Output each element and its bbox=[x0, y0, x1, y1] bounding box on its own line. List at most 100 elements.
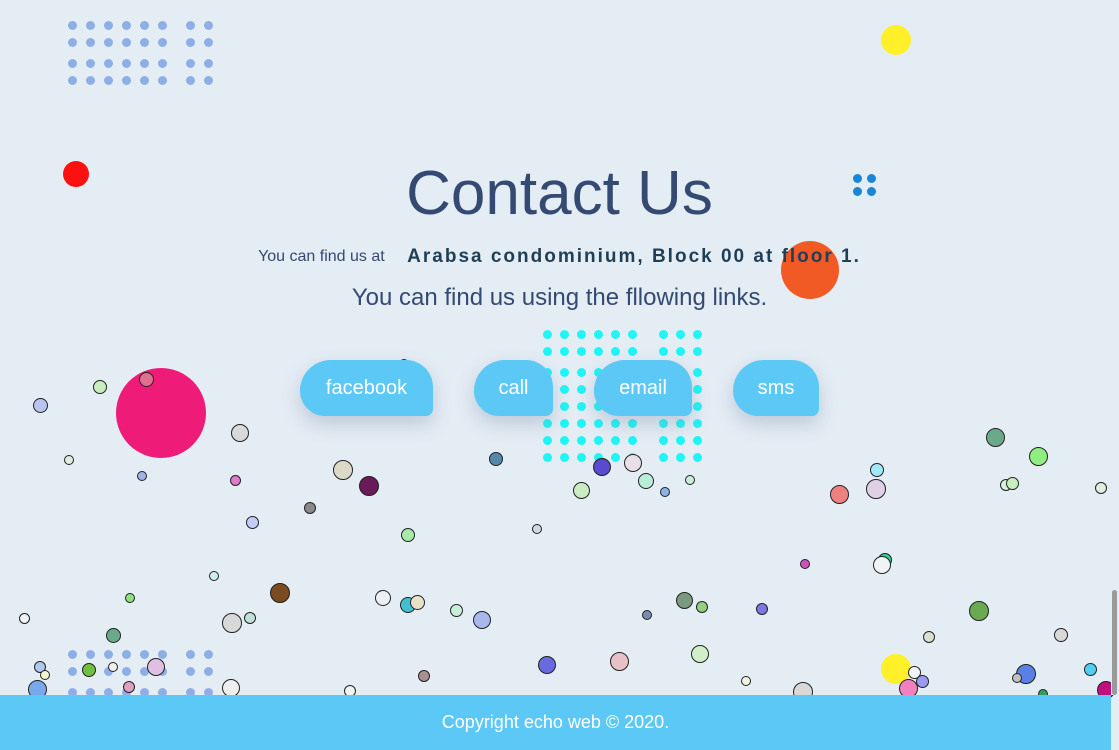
grid-dot bbox=[560, 453, 569, 462]
address-prefix: You can find us at bbox=[258, 248, 385, 265]
scrollbar-thumb[interactable] bbox=[1112, 590, 1117, 695]
grid-dot bbox=[104, 38, 113, 47]
decorative-bubble bbox=[1083, 662, 1097, 676]
grid-dot bbox=[659, 419, 668, 428]
grid-dot bbox=[140, 650, 149, 659]
decorative-bubble bbox=[873, 556, 891, 574]
grid-dot bbox=[693, 385, 702, 394]
grid-dot bbox=[659, 453, 668, 462]
grid-dot bbox=[693, 419, 702, 428]
grid-dot bbox=[104, 21, 113, 30]
grid-dot bbox=[676, 419, 685, 428]
grid-dot bbox=[611, 436, 620, 445]
decorative-bubble bbox=[418, 670, 430, 682]
grid-dot bbox=[560, 402, 569, 411]
grid-dot bbox=[122, 59, 131, 68]
grid-dot bbox=[204, 59, 213, 68]
decorative-bubble bbox=[696, 601, 708, 613]
decorative-bubble bbox=[40, 670, 50, 680]
grid-dot bbox=[659, 436, 668, 445]
grid-dot bbox=[140, 59, 149, 68]
grid-dot bbox=[543, 436, 552, 445]
grid-dot bbox=[543, 347, 552, 356]
decorative-bubble bbox=[105, 627, 121, 643]
decorative-bubble bbox=[1012, 673, 1022, 683]
email-button[interactable]: email bbox=[594, 360, 692, 416]
grid-dot bbox=[560, 330, 569, 339]
grid-dot bbox=[628, 419, 637, 428]
decorative-bubble bbox=[532, 524, 542, 534]
sms-button[interactable]: sms bbox=[733, 360, 819, 416]
decorative-bubble bbox=[923, 631, 935, 643]
decorative-bubble bbox=[985, 427, 1005, 447]
call-button[interactable]: call bbox=[474, 360, 553, 416]
decorative-bubble bbox=[123, 681, 135, 693]
grid-dot bbox=[158, 21, 167, 30]
grid-dot bbox=[560, 436, 569, 445]
decorative-bubble bbox=[138, 371, 154, 387]
grid-dot bbox=[594, 419, 603, 428]
grid-dot bbox=[104, 59, 113, 68]
decorative-bubble bbox=[691, 645, 709, 663]
facebook-button[interactable]: facebook bbox=[300, 360, 433, 416]
decorative-bubble bbox=[209, 571, 219, 581]
grid-dot bbox=[577, 330, 586, 339]
grid-dot bbox=[560, 347, 569, 356]
decorative-bubble bbox=[449, 603, 463, 617]
grid-dot bbox=[122, 667, 131, 676]
decorative-bubble bbox=[270, 583, 290, 603]
grid-dot bbox=[122, 650, 131, 659]
grid-dot bbox=[204, 667, 213, 676]
grid-dot bbox=[577, 436, 586, 445]
grid-dot bbox=[140, 76, 149, 85]
decorative-bubble bbox=[660, 487, 670, 497]
decorative-bubble bbox=[1095, 482, 1107, 494]
grid-dot bbox=[577, 385, 586, 394]
grid-dot bbox=[86, 650, 95, 659]
decorative-bubble bbox=[375, 590, 391, 606]
page: Contact Us You can find us at Arabsa con… bbox=[0, 0, 1119, 750]
decorative-bubble bbox=[401, 528, 415, 542]
decorative-bubble bbox=[32, 397, 48, 413]
grid-dot bbox=[611, 330, 620, 339]
decorative-bubble bbox=[245, 515, 259, 529]
grid-dot bbox=[104, 650, 113, 659]
decorative-bubble bbox=[756, 603, 768, 615]
grid-dot bbox=[676, 330, 685, 339]
decorative-bubble bbox=[222, 613, 242, 633]
grid-dot bbox=[86, 76, 95, 85]
grid-dot bbox=[186, 650, 195, 659]
decorative-bubble bbox=[125, 593, 135, 603]
decorative-circle bbox=[116, 368, 206, 458]
decorative-bubble bbox=[638, 473, 654, 489]
page-title: Contact Us bbox=[406, 159, 713, 228]
grid-dot bbox=[693, 402, 702, 411]
grid-dot bbox=[158, 650, 167, 659]
grid-dot bbox=[122, 21, 131, 30]
decorative-bubble bbox=[572, 481, 590, 499]
decorative-bubble bbox=[359, 476, 379, 496]
decorative-circle bbox=[881, 25, 911, 55]
grid-dot bbox=[594, 436, 603, 445]
grid-dot bbox=[68, 650, 77, 659]
grid-dot bbox=[68, 667, 77, 676]
grid-dot bbox=[594, 347, 603, 356]
grid-dot bbox=[628, 436, 637, 445]
grid-dot bbox=[676, 347, 685, 356]
grid-dot bbox=[693, 347, 702, 356]
grid-dot bbox=[577, 347, 586, 356]
grid-dot bbox=[693, 330, 702, 339]
decorative-bubble bbox=[108, 662, 118, 672]
decorative-bubble bbox=[489, 452, 503, 466]
links-intro: You can find us using the fllowing links… bbox=[351, 284, 768, 311]
grid-dot bbox=[628, 347, 637, 356]
copyright-text: Copyright echo web © 2020. bbox=[441, 712, 670, 732]
decorative-bubble bbox=[624, 454, 642, 472]
decorative-bubble bbox=[82, 663, 96, 677]
decorative-bubble bbox=[866, 479, 886, 499]
grid-dot bbox=[86, 59, 95, 68]
grid-dot bbox=[659, 347, 668, 356]
decorative-bubble bbox=[609, 651, 629, 671]
grid-dot bbox=[158, 59, 167, 68]
grid-dot bbox=[68, 21, 77, 30]
